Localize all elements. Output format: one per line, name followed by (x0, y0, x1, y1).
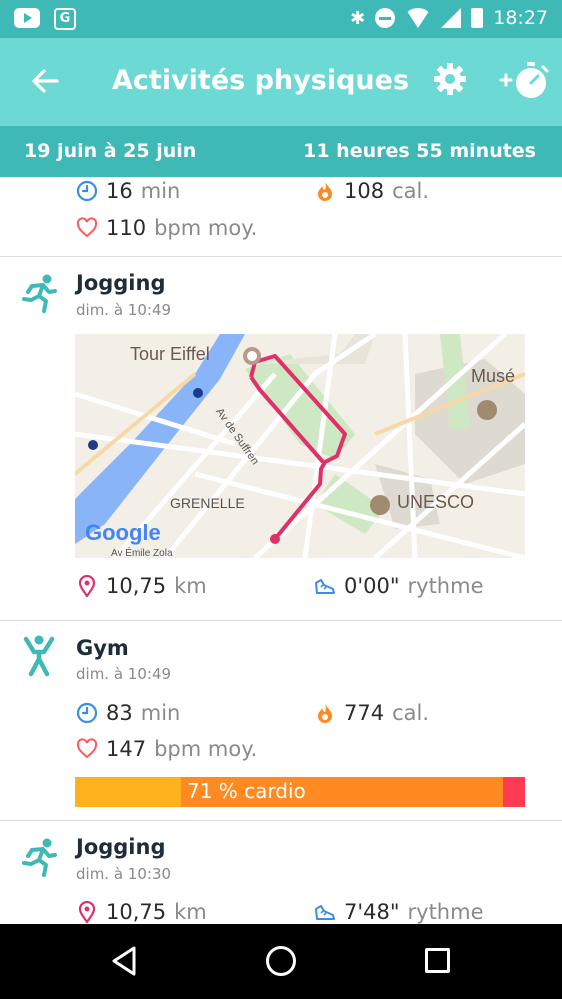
nav-home-icon[interactable] (266, 946, 296, 976)
flame-icon (318, 182, 332, 201)
activity-title: Jogging (76, 835, 166, 859)
distance-stat: 10,75 km (76, 900, 207, 924)
total-duration: 11 heures 55 minutes (303, 140, 536, 162)
runner-icon (22, 838, 57, 877)
do-not-disturb-icon (375, 8, 396, 28)
peak-zone-segment (503, 777, 525, 807)
map-label-unesco: UNESCO (397, 492, 475, 512)
add-exercise-timer-icon[interactable] (498, 60, 550, 100)
date-range: 19 juin à 25 juin (24, 140, 197, 162)
distance-stat: 10,75 km (76, 574, 207, 598)
activity-list: 16 min 108 cal. 110 bpm moy. Jogging dim… (0, 177, 562, 924)
heart-zone-bar: 71 % cardio (75, 777, 525, 807)
clock-icon (76, 180, 98, 202)
gym-person-icon (23, 635, 55, 677)
map-label-avenue: Av Émile Zola (111, 548, 173, 558)
cell-signal-icon (441, 8, 462, 28)
activity-time: dim. à 10:30 (76, 865, 172, 883)
divider (0, 256, 562, 257)
settings-gear-icon[interactable] (432, 62, 468, 98)
cardio-label: 71 % cardio (187, 779, 306, 803)
google-logo: Google (85, 520, 161, 545)
status-bar: G ✱ 18:27 (0, 0, 562, 38)
runner-icon (22, 274, 57, 313)
activity-title: Jogging (76, 271, 166, 295)
heart-rate-stat: 147 bpm moy. (76, 737, 257, 761)
heart-icon (76, 217, 98, 238)
heart-rate-stat: 110 bpm moy. (76, 216, 257, 240)
map-label-musee: Musé (471, 366, 516, 386)
system-nav-bar (0, 924, 562, 999)
pace-stat: 0'00" rythme (314, 574, 484, 598)
app-bar: Activités physiques (0, 38, 562, 126)
battery-icon (471, 8, 484, 28)
youtube-notification-icon (14, 8, 40, 28)
divider (0, 620, 562, 621)
shoe-icon (315, 579, 335, 594)
activity-title: Gym (76, 636, 129, 660)
clock-icon (76, 702, 98, 724)
activity-time: dim. à 10:49 (76, 665, 172, 683)
flame-icon (318, 704, 332, 723)
back-arrow-icon[interactable] (30, 66, 60, 96)
maps-notification-icon: G (54, 8, 76, 30)
activity-time: dim. à 10:49 (76, 301, 172, 319)
pace-stat: 7'48" rythme (314, 900, 484, 924)
location-pin-icon (78, 575, 96, 597)
shoe-icon (315, 905, 335, 920)
status-time: 18:27 (493, 7, 548, 29)
nav-back-icon[interactable] (110, 946, 138, 976)
heart-icon (76, 738, 98, 759)
calories-stat: 108 cal. (314, 179, 429, 203)
map-label-grenelle: GRENELLE (170, 495, 245, 511)
duration-stat: 16 min (76, 179, 180, 203)
nav-recents-icon[interactable] (425, 948, 450, 973)
location-pin-icon (78, 901, 96, 923)
duration-stat: 83 min (76, 701, 180, 725)
calories-stat: 774 cal. (314, 701, 429, 725)
divider (0, 820, 562, 821)
route-map[interactable]: Tour Eiffel Musé Av de Suffren GRENELLE … (75, 334, 525, 558)
map-label-tour-eiffel: Tour Eiffel (130, 344, 210, 364)
bluetooth-icon: ✱ (350, 7, 366, 29)
date-range-bar: 19 juin à 25 juin 11 heures 55 minutes (0, 126, 562, 177)
wifi-icon (405, 8, 432, 28)
page-title: Activités physiques (112, 65, 410, 96)
